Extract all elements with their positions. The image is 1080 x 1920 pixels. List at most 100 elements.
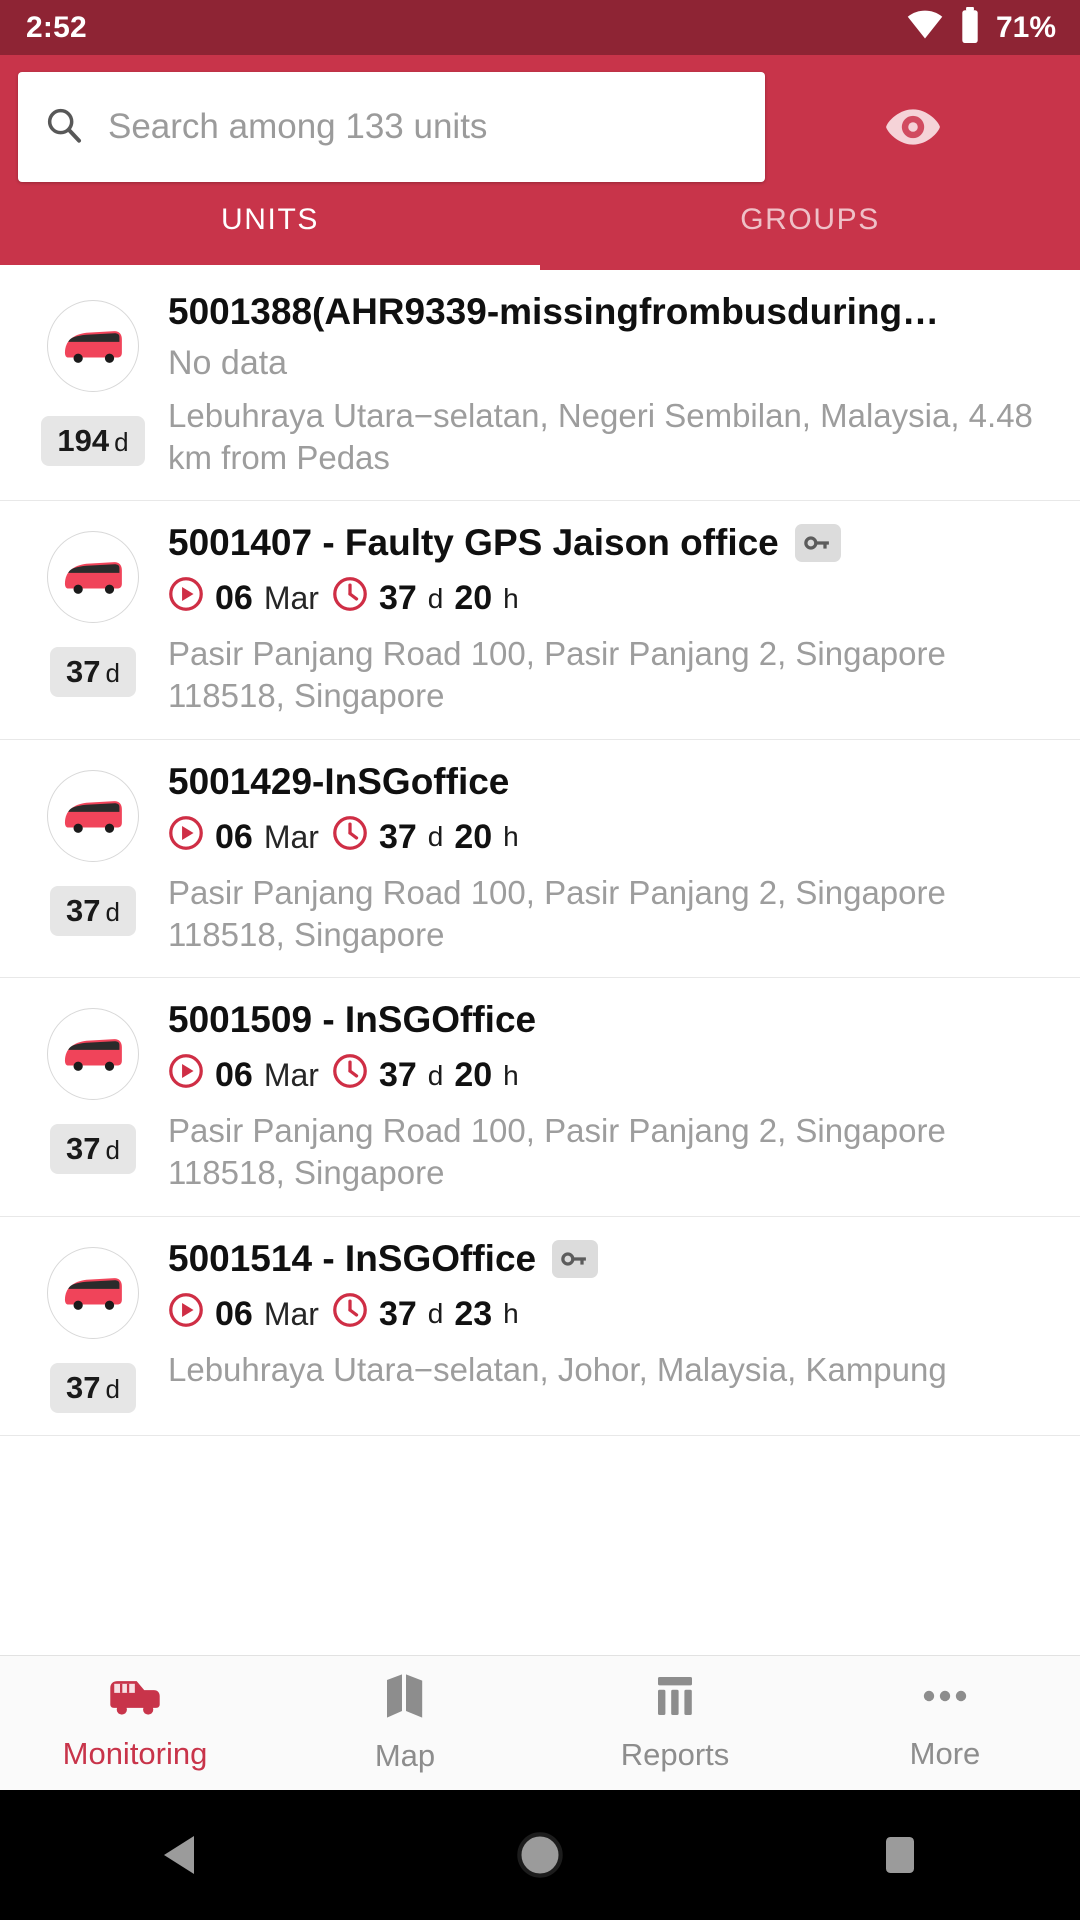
clock-icon [332,815,368,860]
list-item[interactable]: 37 d 5001407 - Faulty GPS Jaison office [0,501,1080,740]
badge-unit: d [105,658,120,689]
last-message-group: 06 Mar [168,1292,319,1337]
status-bar: 2:52 71% [0,0,1080,55]
list-item[interactable]: 37 d 5001514 - InSGOffice 06 Mar 37 d 23… [0,1217,1080,1436]
map-icon [383,1672,427,1725]
unit-duration-hours: 20 [454,1056,493,1095]
app-root: 2:52 71% Search among 133 units UNITS GR… [0,0,1080,1920]
last-message-group: 06 Mar [168,576,319,621]
unit-left-column: 37 d [20,998,166,1193]
last-message-group: 06 Mar [168,815,319,860]
status-badge: 37 d [50,885,136,936]
play-circle-icon [168,576,204,621]
idle-duration-group: 37 d 23 h [332,1292,519,1337]
unit-left-column: 37 d [20,521,166,716]
reports-bars-icon [652,1673,698,1724]
badge-unit: d [114,427,129,457]
nav-item-reports[interactable]: Reports [540,1673,810,1773]
status-badge: 37 d [50,647,136,698]
unit-title: 5001509 - InSGOffice [168,998,1060,1042]
badge-value: 194 [57,423,110,458]
badge-value: 37 [66,1131,101,1167]
more-dots-icon [919,1674,971,1723]
nav-item-more[interactable]: More [810,1674,1080,1772]
avatar [47,1246,139,1339]
unit-address: Pasir Panjang Road 100, Pasir Panjang 2,… [168,873,946,953]
clock-icon [332,1053,368,1098]
unit-duration-hours: 20 [454,579,493,618]
play-circle-icon [168,1292,204,1337]
badge-value: 37 [66,892,101,928]
badge-value: 37 [66,654,101,690]
unit-duration-days: 37 [378,579,417,618]
nav-item-monitoring[interactable]: Monitoring [0,1674,270,1772]
nav-item-map[interactable]: Map [270,1672,540,1774]
battery-icon [958,7,982,48]
play-circle-icon [168,815,204,860]
unit-title: 5001388(AHR9339-missingfrombusduring… [168,290,1060,334]
nav-item-monitoring-label: Monitoring [62,1736,208,1771]
play-circle-icon [168,1053,204,1098]
unit-right-column: 5001514 - InSGOffice 06 Mar 37 d 23 h Le… [166,1237,1060,1413]
badge-value: 37 [66,1369,101,1405]
tab-units-label: UNITS [221,203,319,236]
unit-title: 5001429-InSGoffice [168,760,1060,804]
unit-duration-hours-suffix: h [503,1298,519,1330]
unit-duration-hours: 23 [454,1294,493,1333]
unit-no-data: No data [168,343,288,382]
unit-right-column: 5001509 - InSGOffice 06 Mar 37 d 20 h Pa… [166,998,1060,1193]
badge-unit: d [105,1373,120,1404]
unit-list[interactable]: 194 d 5001388(AHR9339-missingfrombusduri… [0,270,1080,1655]
app-bar: Search among 133 units UNITS GROUPS [0,55,1080,270]
unit-date-day: 06 [215,1056,253,1095]
clock-icon [332,576,368,621]
tab-groups[interactable]: GROUPS [540,170,1080,270]
unit-duration-hours-suffix: h [503,582,519,614]
unit-right-column: 5001429-InSGoffice 06 Mar 37 d 20 h Pasi… [166,760,1060,955]
unit-date-month: Mar [263,1295,319,1332]
unit-title-text: 5001388(AHR9339-missingfrombusduring… [168,291,940,332]
search-input[interactable]: Search among 133 units [18,72,765,182]
tab-groups-label: GROUPS [740,203,880,236]
list-item[interactable]: 37 d 5001509 - InSGOffice 06 Mar 37 d 20… [0,978,1080,1217]
avatar [47,1008,139,1101]
status-badge: 194 d [41,416,145,466]
recents-square-icon[interactable] [820,1790,980,1920]
unit-date-day: 06 [215,579,253,618]
unit-left-column: 37 d [20,1237,166,1413]
unit-title-text: 5001429-InSGoffice [168,760,510,802]
home-circle-icon[interactable] [460,1790,620,1920]
unit-left-column: 37 d [20,760,166,955]
key-icon [552,1239,599,1278]
list-item[interactable]: 37 d 5001429-InSGoffice 06 Mar 37 d 20 h… [0,740,1080,979]
unit-duration-hours-suffix: h [503,821,519,853]
unit-address: Pasir Panjang Road 100, Pasir Panjang 2,… [168,635,946,715]
unit-duration-days: 37 [378,1056,417,1095]
nav-item-map-label: Map [374,1738,436,1773]
unit-duration-days-suffix: d [427,821,444,853]
unit-date-day: 06 [215,817,253,856]
android-navigation-bar [0,1790,1080,1920]
unit-duration-hours-suffix: h [503,1059,519,1091]
wifi-icon [906,10,944,45]
unit-meta-row: 06 Mar 37 d 20 h [168,815,1060,860]
list-item[interactable]: 194 d 5001388(AHR9339-missingfrombusduri… [0,270,1080,502]
battery-percent-label: 71% [995,10,1056,44]
unit-right-column: 5001407 - Faulty GPS Jaison office 06 Ma… [166,521,1060,716]
unit-address: Pasir Panjang Road 100, Pasir Panjang 2,… [168,1112,946,1191]
unit-duration-days-suffix: d [427,1298,444,1330]
unit-date-month: Mar [263,818,319,855]
bottom-navigation: Monitoring Map Reports More [0,1655,1080,1790]
unit-date-month: Mar [263,1057,319,1094]
clock-icon [332,1292,368,1337]
tab-units[interactable]: UNITS [0,170,540,270]
unit-right-column: 5001388(AHR9339-missingfrombusduring… No… [166,290,1060,478]
back-triangle-icon[interactable] [100,1790,260,1920]
unit-duration-days: 37 [378,817,417,856]
idle-duration-group: 37 d 20 h [332,815,519,860]
search-icon [44,105,84,150]
key-icon [794,524,841,563]
bus-front-icon [107,1674,163,1723]
eye-icon[interactable] [765,72,1060,182]
idle-duration-group: 37 d 20 h [332,576,519,621]
